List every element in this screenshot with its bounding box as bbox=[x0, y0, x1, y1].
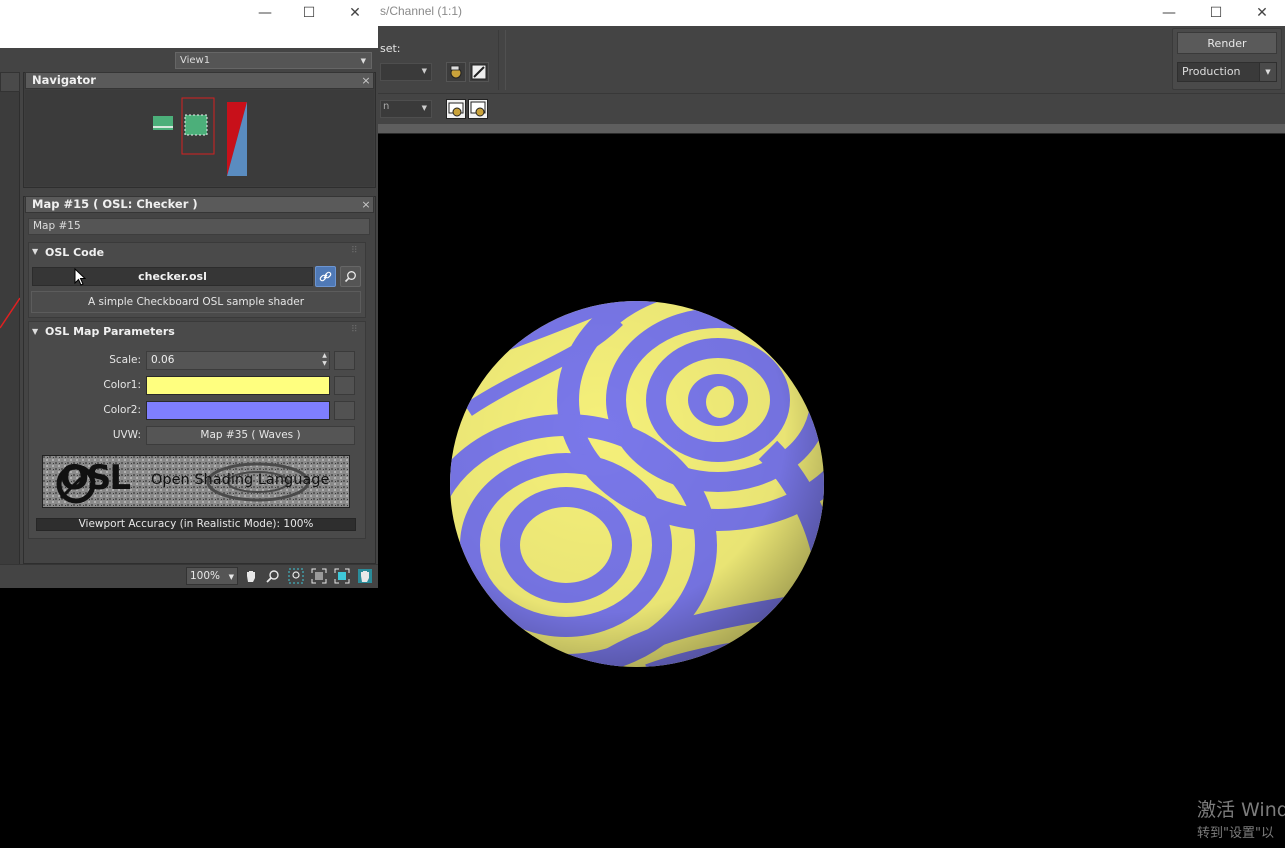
rollout-collapse-icon[interactable]: ▼ bbox=[32, 247, 38, 256]
color1-map-slot[interactable] bbox=[334, 376, 355, 395]
zoom-dropdown[interactable]: 100% bbox=[186, 567, 238, 585]
navigator-close-icon[interactable]: × bbox=[360, 75, 372, 87]
viewport-accuracy-bar[interactable]: Viewport Accuracy (in Realistic Mode): 1… bbox=[36, 518, 356, 531]
view-canvas-header bbox=[0, 72, 20, 92]
osl-logo-text: Open Shading Language bbox=[151, 472, 330, 488]
color1-label: Color1: bbox=[103, 379, 141, 391]
render-window-close-button[interactable]: ✕ bbox=[1239, 0, 1285, 26]
activation-watermark-title: 激活 Wind bbox=[1197, 799, 1285, 821]
color1-swatch[interactable] bbox=[146, 376, 330, 395]
environment-icon[interactable] bbox=[469, 62, 489, 82]
view-canvas-edge bbox=[0, 72, 21, 564]
osl-map-parameters-title[interactable]: OSL Map Parameters bbox=[45, 325, 175, 338]
color2-swatch[interactable] bbox=[146, 401, 330, 420]
uvw-map-button[interactable]: Map #35 ( Waves ) bbox=[146, 426, 355, 445]
rollout-grip-icon: ⠿ bbox=[351, 246, 358, 256]
preset-dropdown[interactable] bbox=[380, 63, 432, 81]
toolbar-separator bbox=[498, 30, 506, 90]
render-frame-icon[interactable] bbox=[446, 99, 466, 119]
link-icon[interactable] bbox=[315, 266, 336, 287]
navigator-title: Navigator bbox=[25, 72, 374, 89]
pan-hand-icon[interactable] bbox=[242, 567, 260, 585]
preset-label: set: bbox=[380, 42, 401, 55]
scale-label: Scale: bbox=[109, 354, 141, 366]
view-tab-dropdown[interactable]: View1 bbox=[175, 52, 372, 69]
map-panel-close-icon[interactable]: × bbox=[360, 199, 372, 211]
area-to-render-dropdown[interactable]: n bbox=[380, 100, 432, 118]
material-editor-minimize-button[interactable]: — bbox=[242, 0, 288, 26]
pan-to-selected-icon[interactable] bbox=[356, 567, 374, 585]
rendered-sphere bbox=[448, 300, 826, 672]
navigator-view[interactable] bbox=[25, 90, 374, 186]
rollout-collapse-icon[interactable]: ▼ bbox=[32, 327, 38, 336]
copy-image-icon[interactable] bbox=[468, 99, 488, 119]
spinner-arrows-icon[interactable]: ▲ ▼ bbox=[320, 352, 329, 369]
osl-logo-mark: OSL bbox=[60, 458, 131, 498]
render-window-minimize-button[interactable]: — bbox=[1146, 0, 1192, 26]
color2-label: Color2: bbox=[103, 404, 141, 416]
chevron-down-icon[interactable]: ▼ bbox=[1259, 62, 1277, 82]
slate-material-editor: — ☐ ✕ View1 Navigator × Map #15 ( OSL: C… bbox=[0, 0, 378, 588]
color2-map-slot[interactable] bbox=[334, 401, 355, 420]
render-window-title: s/Channel (1:1) bbox=[380, 4, 463, 18]
search-icon[interactable] bbox=[340, 266, 361, 287]
material-editor-close-button[interactable]: ✕ bbox=[332, 0, 378, 26]
osl-code-rollout-title[interactable]: OSL Code bbox=[45, 246, 104, 259]
render-setup-icon[interactable] bbox=[446, 62, 466, 82]
zoom-icon[interactable] bbox=[264, 567, 282, 585]
mouse-cursor-icon bbox=[74, 267, 87, 289]
scale-spinner[interactable]: 0.06 bbox=[146, 351, 330, 370]
zoom-extents-selected-icon[interactable] bbox=[333, 567, 351, 585]
render-window-maximize-button[interactable]: ☐ bbox=[1193, 0, 1239, 26]
shader-description: A simple Checkboard OSL sample shader bbox=[31, 291, 361, 313]
zoom-region-icon[interactable] bbox=[287, 567, 305, 585]
rollout-grip-icon: ⠿ bbox=[351, 325, 358, 335]
map-name-field[interactable]: Map #15 bbox=[28, 218, 370, 235]
map-panel-title: Map #15 ( OSL: Checker ) bbox=[25, 196, 374, 213]
scale-map-slot[interactable] bbox=[334, 351, 355, 370]
activation-watermark-subtitle: 转到"设置"以 bbox=[1197, 826, 1274, 841]
uvw-label: UVW: bbox=[112, 429, 141, 441]
render-button[interactable]: Render bbox=[1177, 32, 1277, 54]
zoom-extents-icon[interactable] bbox=[310, 567, 328, 585]
material-editor-maximize-button[interactable]: ☐ bbox=[286, 0, 332, 26]
